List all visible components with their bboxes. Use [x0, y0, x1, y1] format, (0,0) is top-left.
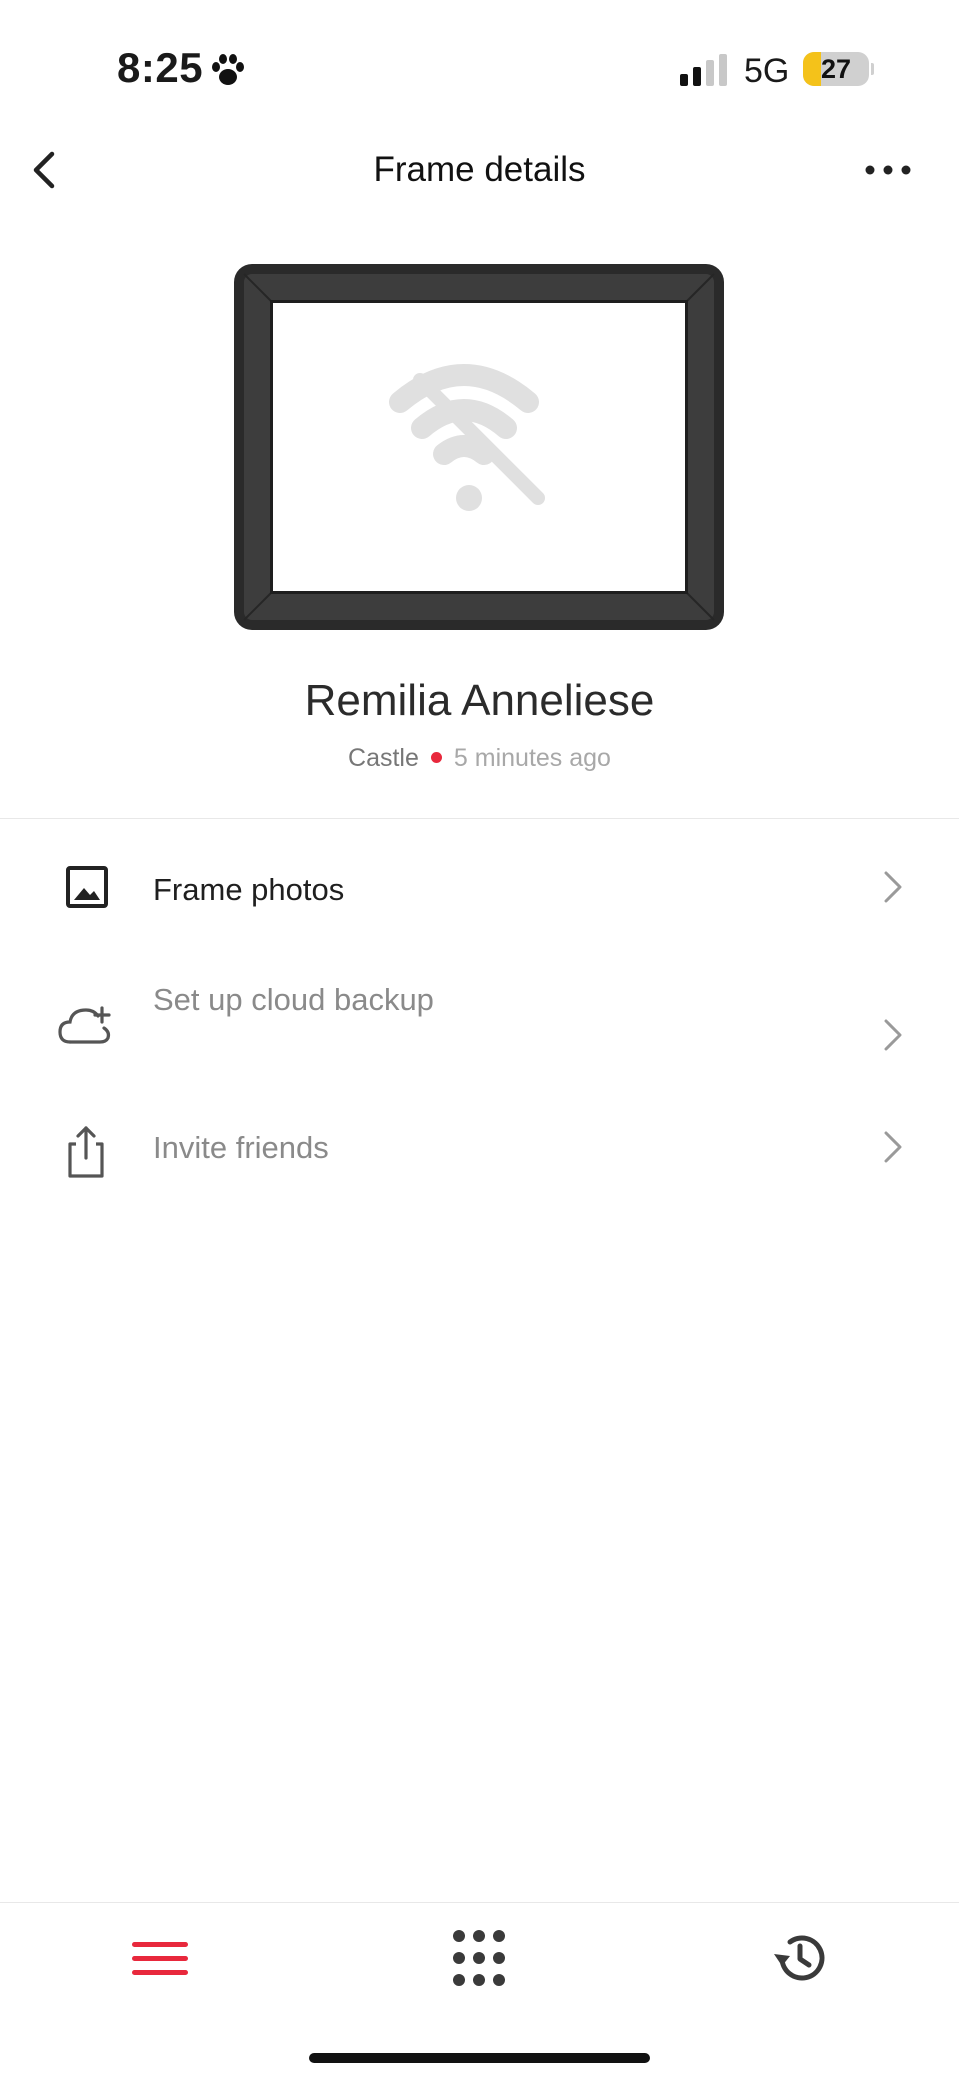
battery-tip — [871, 63, 874, 75]
menu-item-cloud-backup[interactable]: Set up cloud backup — [0, 964, 959, 1074]
image-icon — [66, 866, 108, 908]
menu-label-invite-friends: Invite friends — [153, 1130, 329, 1165]
menu-label-frame-photos: Frame photos — [153, 872, 345, 907]
paw-icon — [212, 54, 244, 85]
menu-label-cloud-backup: Set up cloud backup — [153, 982, 434, 1017]
frame-meta: Castle 5 minutes ago — [0, 744, 959, 773]
nav-header: Frame details — [0, 130, 959, 210]
ellipsis-icon[interactable] — [862, 148, 918, 192]
battery-icon: 27 — [803, 52, 869, 86]
frame-location: Castle — [348, 744, 419, 772]
home-indicator — [309, 2053, 650, 2063]
chevron-right-icon — [884, 1019, 902, 1051]
cloud-add-icon — [58, 1006, 111, 1044]
chevron-right-icon — [884, 871, 902, 903]
grid-icon[interactable] — [439, 1926, 519, 1990]
status-dot — [430, 751, 442, 763]
history-icon[interactable] — [760, 1926, 840, 1990]
menu-item-frame-photos[interactable]: Frame photos — [0, 832, 959, 942]
network-type: 5G — [744, 52, 790, 90]
menu-item-invite-friends[interactable]: Invite friends — [0, 1094, 959, 1204]
share-icon — [68, 1126, 104, 1178]
chevron-right-icon — [884, 1131, 902, 1163]
frame-illustration — [234, 264, 724, 630]
last-seen: 5 minutes ago — [453, 744, 611, 772]
status-bar: 8:25 5G 27 — [0, 0, 959, 140]
status-time: 8:25 — [117, 44, 204, 91]
section-divider — [0, 818, 959, 819]
cellular-signal-icon — [680, 54, 727, 86]
battery-level: 27 — [820, 54, 852, 84]
page-title: Frame details — [373, 150, 586, 189]
frame-name: Remilia Anneliese — [304, 676, 655, 725]
menu-icon[interactable] — [120, 1926, 200, 1990]
